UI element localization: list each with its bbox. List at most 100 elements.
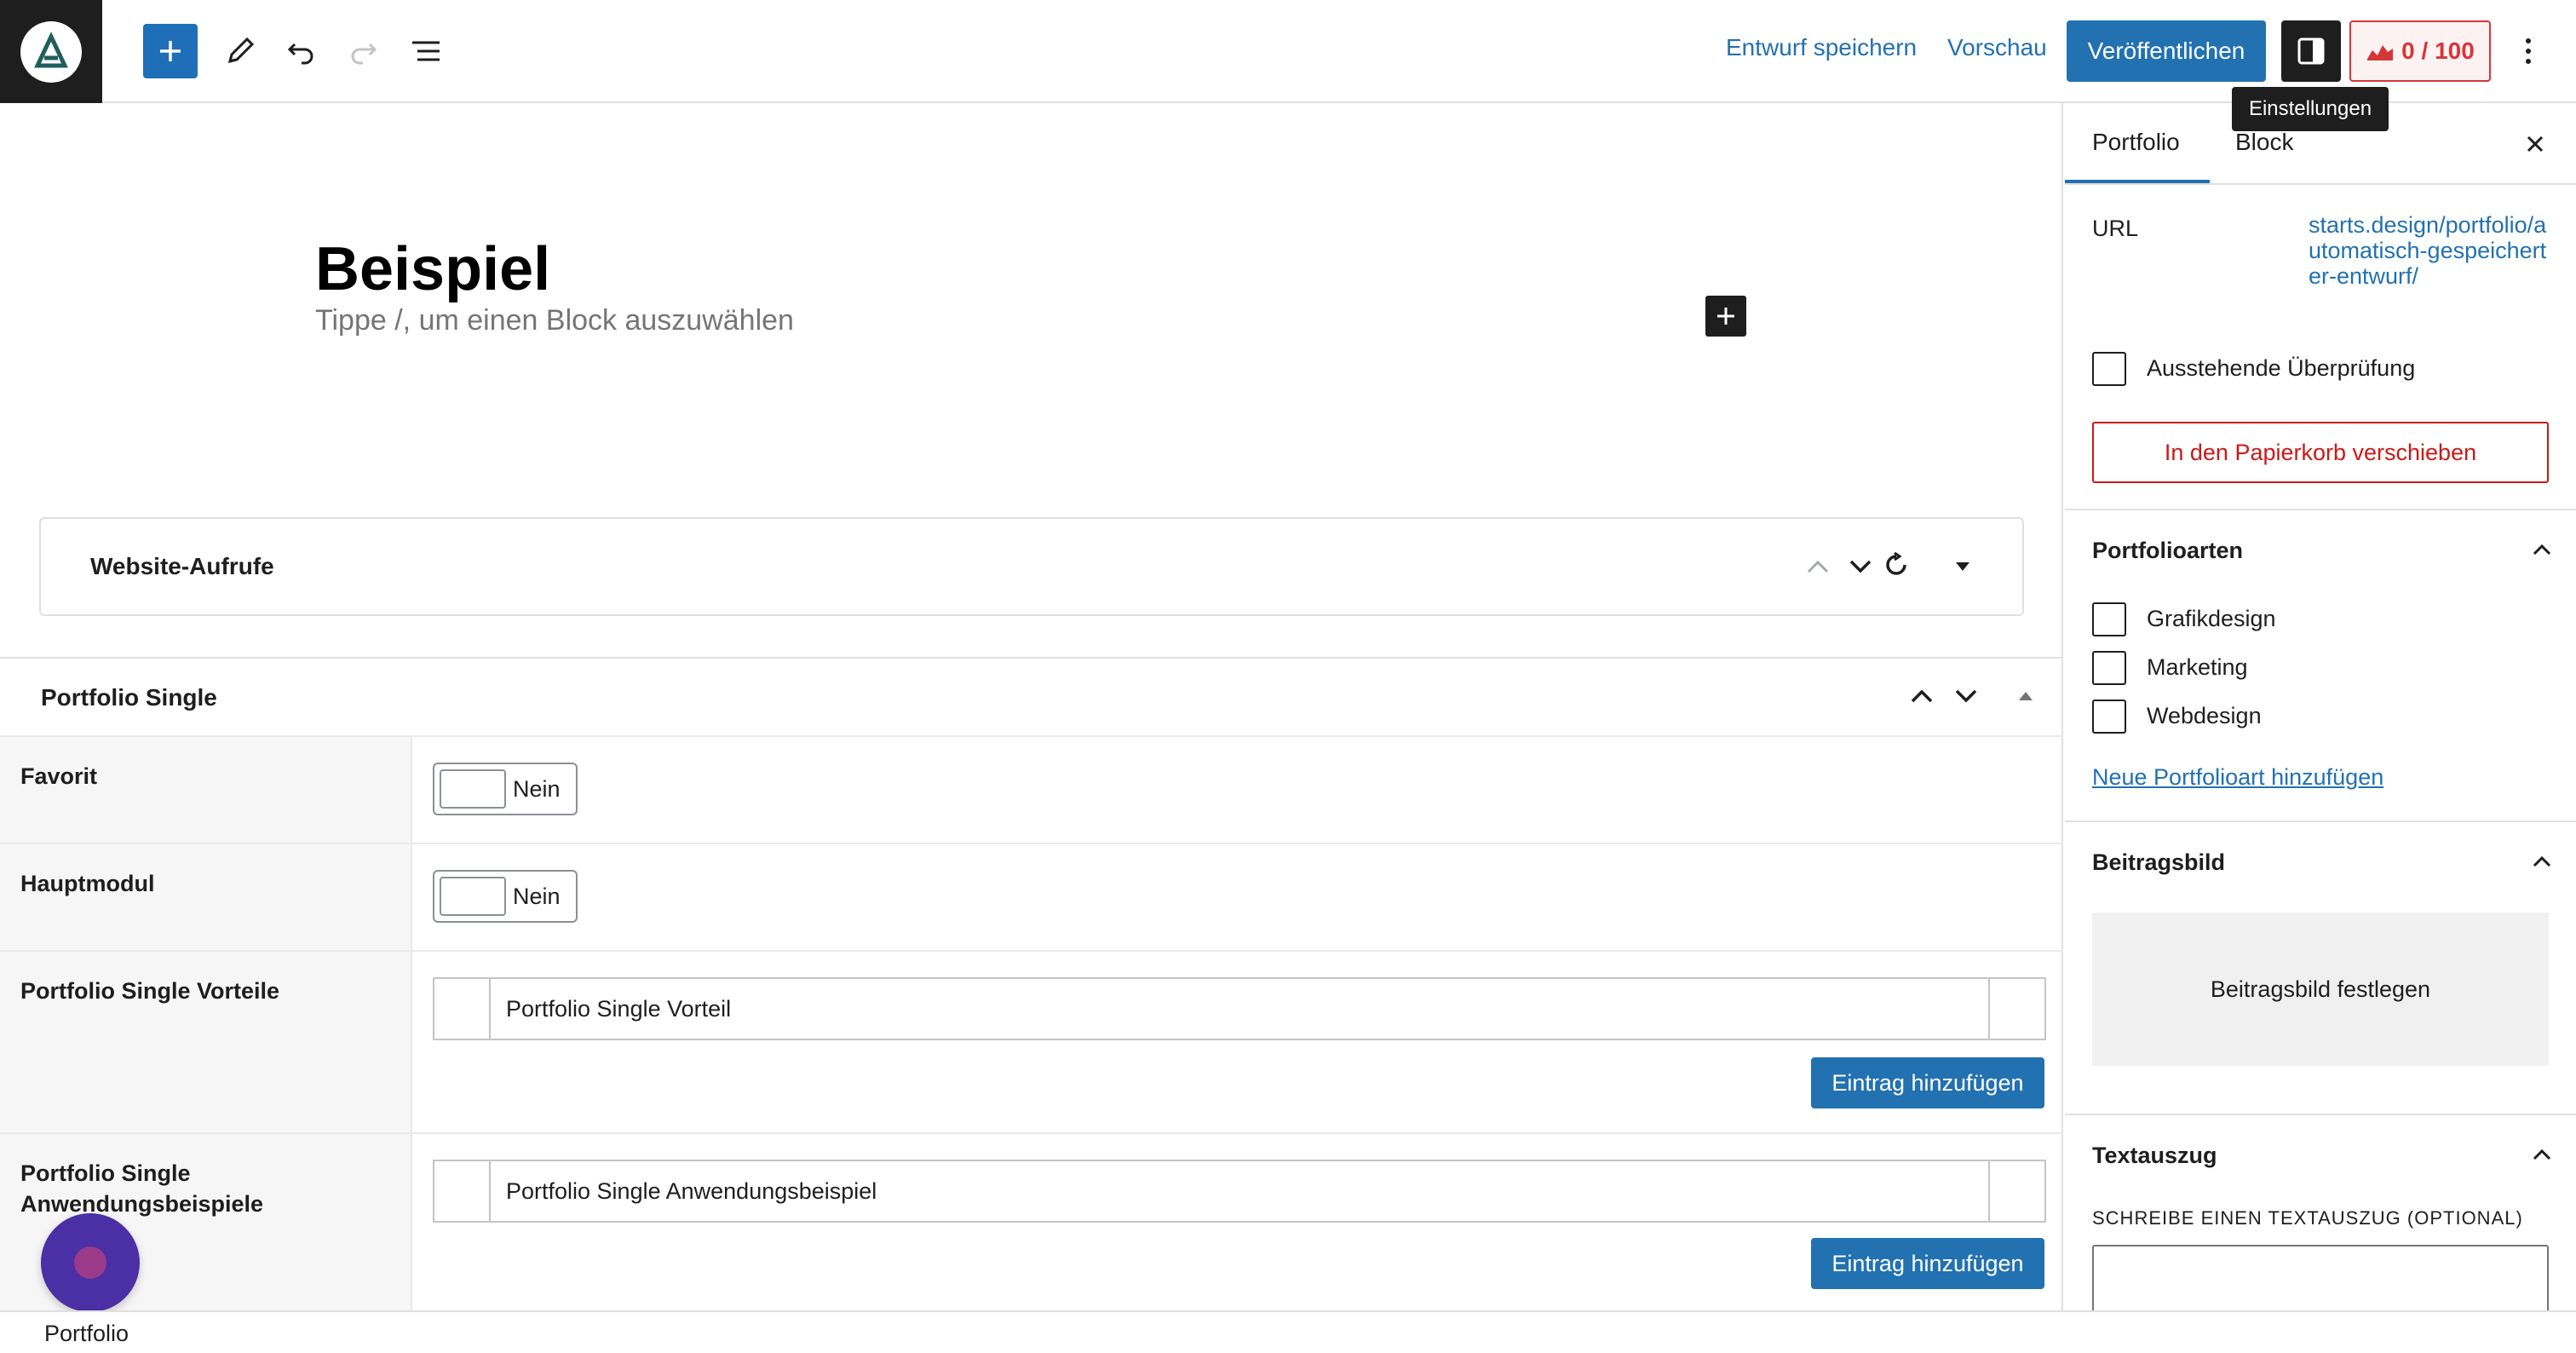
repeater-item-label: Portfolio Single Anwendungsbeispiel bbox=[506, 1178, 877, 1204]
field-row-anwendungsbeispiele: Portfolio Single Anwendungsbeispiele Por… bbox=[0, 1132, 2063, 1337]
metabox-collapse-button[interactable] bbox=[2009, 679, 2043, 713]
chat-widget-icon bbox=[74, 1246, 106, 1279]
chevron-down-icon bbox=[1849, 560, 1872, 573]
featured-image-title[interactable]: Beitragsbild bbox=[2092, 849, 2225, 876]
featured-image-toggle[interactable] bbox=[2525, 844, 2559, 878]
settings-sidebar: Portfolio Block URL starts.design/portfo… bbox=[2065, 103, 2576, 1310]
tools-button[interactable] bbox=[213, 24, 267, 78]
tab-block[interactable]: Block bbox=[2235, 129, 2293, 156]
seo-score-button[interactable]: 0 / 100 bbox=[2349, 20, 2491, 82]
logo-icon bbox=[20, 20, 82, 83]
portfolio-single-metabox: Portfolio Single Favorit Nein Hauptmodul bbox=[0, 657, 2063, 1353]
inline-block-inserter[interactable] bbox=[1705, 296, 1746, 337]
settings-toggle-button[interactable] bbox=[2281, 20, 2341, 82]
add-entry-button[interactable]: Eintrag hinzufügen bbox=[1811, 1238, 2044, 1289]
type-label: Webdesign bbox=[2147, 703, 2262, 728]
website-views-title: Website-Aufrufe bbox=[90, 553, 274, 579]
type-label: Grafikdesign bbox=[2147, 606, 2276, 631]
block-inserter-button[interactable] bbox=[143, 24, 198, 78]
add-portfolio-type-link[interactable]: Neue Portfolioart hinzufügen bbox=[2092, 764, 2383, 791]
chevron-up-icon bbox=[1911, 689, 1933, 703]
caret-up-icon bbox=[2019, 692, 2033, 700]
active-tab-indicator bbox=[2065, 180, 2210, 183]
field-label: Hauptmodul bbox=[20, 871, 155, 896]
chevron-up-icon bbox=[2533, 855, 2551, 867]
plus-icon bbox=[160, 41, 181, 61]
site-logo-button[interactable] bbox=[0, 0, 102, 103]
website-views-panel: Website-Aufrufe bbox=[39, 517, 2024, 616]
redo-icon bbox=[351, 43, 377, 65]
publish-button[interactable]: Veröffentlichen bbox=[2067, 20, 2266, 82]
field-label: Portfolio Single Anwendungsbeispiele bbox=[20, 1160, 264, 1217]
chevron-up-icon bbox=[2533, 544, 2551, 556]
undo-icon bbox=[287, 43, 313, 65]
field-row-favorit: Favorit Nein bbox=[0, 735, 2063, 843]
more-vertical-icon bbox=[2526, 38, 2531, 64]
redo-button[interactable] bbox=[336, 24, 390, 78]
toggle-state: Nein bbox=[513, 776, 561, 802]
type-checkbox-grafikdesign[interactable] bbox=[2092, 602, 2126, 636]
metabox-move-up-button[interactable] bbox=[1905, 679, 1939, 713]
portfolio-types-title[interactable]: Portfolioarten bbox=[2092, 538, 2243, 564]
type-checkbox-webdesign[interactable] bbox=[2092, 700, 2126, 734]
add-entry-button[interactable]: Eintrag hinzufügen bbox=[1811, 1057, 2044, 1108]
tab-portfolio[interactable]: Portfolio bbox=[2092, 129, 2180, 156]
excerpt-textarea[interactable] bbox=[2092, 1245, 2549, 1310]
post-title[interactable]: Beispiel bbox=[315, 234, 550, 304]
sidebar-icon bbox=[2297, 37, 2325, 65]
pencil-icon bbox=[227, 37, 255, 64]
portfolio-types-toggle[interactable] bbox=[2525, 533, 2559, 567]
type-checkbox-marketing[interactable] bbox=[2092, 651, 2126, 685]
drag-handle[interactable] bbox=[434, 1161, 491, 1221]
pending-review-label: Ausstehende Überprüfung bbox=[2147, 355, 2416, 381]
refresh-button[interactable] bbox=[1879, 548, 1913, 582]
close-sidebar-button[interactable] bbox=[2515, 124, 2556, 164]
metabox-move-down-button[interactable] bbox=[1949, 679, 1983, 713]
excerpt-toggle[interactable] bbox=[2525, 1137, 2559, 1172]
toggle-state: Nein bbox=[513, 884, 561, 909]
undo-button[interactable] bbox=[274, 24, 329, 78]
field-row-hauptmodul: Hauptmodul Nein bbox=[0, 843, 2063, 950]
block-placeholder[interactable]: Tippe /, um einen Block auszuwählen bbox=[315, 304, 794, 337]
breadcrumb[interactable]: Portfolio bbox=[44, 1321, 129, 1347]
chat-widget-button[interactable] bbox=[41, 1213, 140, 1312]
field-row-vorteile: Portfolio Single Vorteile Portfolio Sing… bbox=[0, 950, 2063, 1132]
seo-score-value: 0 / 100 bbox=[2401, 37, 2475, 64]
settings-tooltip: Einstellungen bbox=[2232, 87, 2389, 131]
repeater-item[interactable]: Portfolio Single Vorteil bbox=[433, 977, 2046, 1040]
editor-canvas: Beispiel Tippe /, um einen Block auszuwä… bbox=[0, 103, 2063, 1337]
favorit-toggle[interactable]: Nein bbox=[433, 763, 578, 815]
field-label: Favorit bbox=[20, 763, 98, 789]
drag-handle[interactable] bbox=[434, 979, 491, 1039]
options-menu-button[interactable] bbox=[2504, 24, 2552, 78]
plus-icon bbox=[1717, 308, 1734, 325]
move-up-button[interactable] bbox=[1801, 550, 1835, 584]
remove-handle[interactable] bbox=[1988, 979, 2044, 1039]
move-to-trash-button[interactable]: In den Papierkorb verschieben bbox=[2092, 422, 2549, 483]
repeater-item-label: Portfolio Single Vorteil bbox=[506, 996, 732, 1022]
chevron-up-icon bbox=[2533, 1149, 2551, 1160]
save-draft-button[interactable]: Entwurf speichern bbox=[1726, 34, 1917, 61]
pending-review-checkbox[interactable] bbox=[2092, 352, 2126, 386]
chevron-down-icon bbox=[1955, 689, 1977, 703]
excerpt-label: SCHREIBE EINEN TEXTAUSZUG (OPTIONAL) bbox=[2092, 1207, 2523, 1229]
excerpt-title[interactable]: Textauszug bbox=[2092, 1143, 2217, 1169]
hauptmodul-toggle[interactable]: Nein bbox=[433, 870, 578, 923]
document-overview-button[interactable] bbox=[399, 24, 453, 78]
remove-handle[interactable] bbox=[1988, 1161, 2044, 1221]
seo-plugin-icon bbox=[2367, 45, 2394, 60]
caret-down-icon bbox=[1956, 562, 1969, 571]
repeater-item[interactable]: Portfolio Single Anwendungsbeispiel bbox=[433, 1160, 2046, 1223]
metabox-header: Portfolio Single bbox=[0, 659, 2063, 735]
set-featured-image-button[interactable]: Beitragsbild festlegen bbox=[2092, 913, 2549, 1066]
close-icon bbox=[2527, 135, 2544, 153]
metabox-title: Portfolio Single bbox=[41, 684, 217, 711]
list-view-icon bbox=[412, 41, 440, 61]
preview-button[interactable]: Vorschau bbox=[1947, 34, 2047, 61]
field-label: Portfolio Single Vorteile bbox=[20, 978, 280, 1004]
toggle-panel-button[interactable] bbox=[1946, 550, 1980, 584]
move-down-button[interactable] bbox=[1843, 550, 1877, 584]
refresh-icon bbox=[1886, 551, 1906, 575]
permalink-link[interactable]: starts.design/portfolio/automatisch-gesp… bbox=[2309, 212, 2556, 289]
url-label: URL bbox=[2092, 216, 2139, 241]
